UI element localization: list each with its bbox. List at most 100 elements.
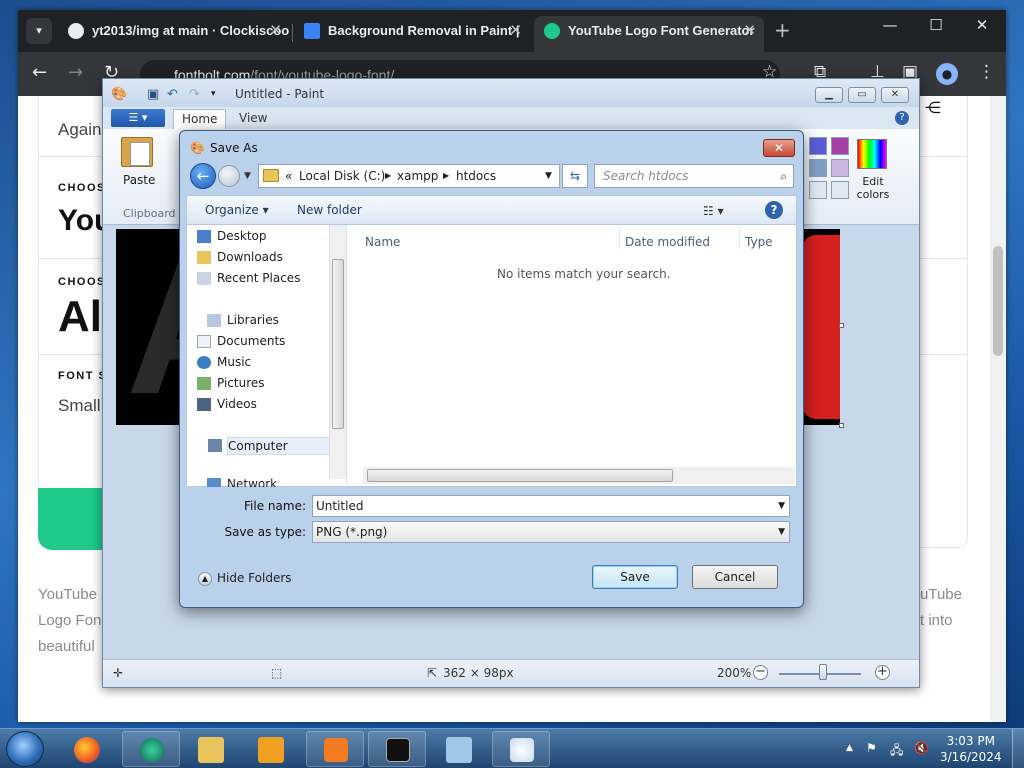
color-swatch[interactable]	[831, 159, 849, 177]
tab-home[interactable]: Home	[173, 109, 227, 129]
scrollbar-thumb[interactable]	[332, 259, 344, 429]
tab-youtube-logo-font[interactable]: YouTube Logo Font Generator ✕	[534, 16, 764, 52]
resize-handle[interactable]	[839, 423, 844, 428]
breadcrumb-chevron-icon[interactable]: ▶	[385, 165, 391, 187]
breadcrumb-htdocs[interactable]: htdocs	[456, 165, 496, 187]
tray-expand-icon[interactable]: ▲	[846, 743, 853, 753]
nav-item-desktop[interactable]: Desktop	[197, 229, 267, 243]
taskbar-paint[interactable]	[492, 731, 550, 767]
paste-label[interactable]: Paste	[123, 173, 155, 187]
font-size-value[interactable]: Small	[58, 396, 101, 416]
tab-view[interactable]: View	[239, 111, 267, 125]
tab-close-icon[interactable]: ✕	[743, 16, 756, 46]
color-swatch[interactable]	[831, 137, 849, 155]
nav-item-documents[interactable]: Documents	[197, 334, 285, 348]
nav-item-libraries[interactable]: Libraries	[207, 313, 279, 327]
taskbar-chrome[interactable]	[122, 731, 180, 767]
system-clock[interactable]: 3:03 PM 3/16/2024	[940, 733, 1002, 765]
save-icon[interactable]: ▣	[147, 87, 159, 102]
paint-close-button[interactable]: ✕	[881, 87, 909, 103]
color-swatch[interactable]	[809, 159, 827, 177]
zoom-out-button[interactable]: −	[753, 665, 768, 680]
close-button[interactable]: ✕	[962, 16, 1002, 34]
address-breadcrumb[interactable]: « Local Disk (C:) ▶ xampp ▶ htdocs ▼	[258, 164, 560, 188]
action-center-flag-icon[interactable]: ⚑	[866, 741, 877, 755]
color-swatch[interactable]	[831, 181, 849, 199]
minimize-button[interactable]: —	[870, 16, 910, 34]
paint-help-icon[interactable]: ?	[895, 111, 909, 125]
start-button[interactable]	[6, 731, 44, 767]
explorer-icon[interactable]	[198, 737, 224, 763]
save-as-type-select[interactable]: PNG (*.png) ▼	[312, 521, 790, 543]
file-name-input[interactable]: Untitled ▼	[312, 495, 790, 517]
cancel-button[interactable]: Cancel	[692, 565, 778, 589]
file-name-dropdown-icon[interactable]: ▼	[778, 496, 785, 516]
breadcrumb-xampp[interactable]: xampp	[397, 165, 438, 187]
page-scrollbar[interactable]	[990, 96, 1006, 722]
network-icon[interactable]: 🖧	[890, 741, 903, 762]
save-button[interactable]: Save	[592, 565, 678, 589]
history-dropdown-icon[interactable]: ▼	[244, 171, 251, 181]
nav-item-videos[interactable]: Videos	[197, 397, 257, 411]
search-input[interactable]: Search htdocs ⌕	[594, 164, 794, 188]
undo-icon[interactable]: ↶	[167, 87, 178, 102]
organize-button[interactable]: Organize ▾	[205, 203, 269, 217]
zoom-in-button[interactable]: +	[875, 665, 890, 680]
address-dropdown-icon[interactable]: ▼	[545, 165, 552, 187]
help-icon[interactable]: ?	[765, 201, 783, 219]
paste-icon[interactable]	[121, 137, 153, 167]
edit-colors-icon[interactable]	[857, 139, 887, 169]
horizontal-scrollbar[interactable]	[363, 467, 795, 484]
new-tab-button[interactable]: +	[774, 18, 791, 42]
paint-minimize-button[interactable]: ▁	[815, 87, 843, 103]
scrollbar-thumb[interactable]	[993, 246, 1003, 356]
hide-folders-button[interactable]: ▲ Hide Folders	[198, 571, 292, 586]
forward-arrow-icon[interactable]: →	[68, 62, 83, 83]
view-options-icon[interactable]: ☷ ▾	[703, 204, 724, 218]
share-icon[interactable]: ⋲	[922, 98, 944, 120]
edit-colors-label[interactable]: Edit colors	[855, 175, 891, 201]
nav-item-recent-places[interactable]: Recent Places	[197, 271, 300, 285]
tab-github[interactable]: yt2013/img at main · Clockiscoo ✕	[58, 16, 290, 52]
zoom-slider-thumb[interactable]	[819, 664, 827, 680]
tab-close-icon[interactable]: ✕	[509, 16, 522, 46]
column-header-name[interactable]: Name	[365, 235, 400, 249]
breadcrumb-overflow[interactable]: «	[285, 165, 292, 187]
nav-item-music[interactable]: Music	[197, 355, 251, 369]
nav-item-downloads[interactable]: Downloads	[197, 250, 283, 264]
nav-item-network[interactable]: Network	[207, 477, 277, 487]
refresh-icon[interactable]: ⇆	[562, 164, 588, 188]
volume-muted-icon[interactable]: 🔇	[914, 741, 929, 755]
show-desktop-button[interactable]	[1012, 729, 1024, 768]
dialog-close-button[interactable]: ✕	[763, 139, 795, 157]
paint-file-menu-button[interactable]: ☰ ▾	[111, 109, 165, 127]
back-arrow-icon[interactable]: ←	[32, 62, 47, 83]
style-choice-value[interactable]: Al	[58, 292, 102, 342]
nav-scrollbar[interactable]	[329, 225, 346, 479]
scrollbar-thumb[interactable]	[367, 469, 673, 482]
customize-qat-icon[interactable]: ▾	[211, 89, 216, 99]
column-header-date-modified[interactable]: Date modified	[625, 235, 710, 249]
notepad-icon[interactable]	[446, 737, 472, 763]
color-swatch[interactable]	[809, 137, 827, 155]
forward-arrow-icon[interactable]	[218, 165, 240, 187]
media-player-icon[interactable]	[258, 737, 284, 763]
maximize-button[interactable]: ☐	[916, 16, 956, 34]
breadcrumb-root[interactable]: Local Disk (C:)	[299, 165, 385, 187]
menu-kebab-icon[interactable]: ⋮	[978, 62, 995, 82]
nav-item-pictures[interactable]: Pictures	[197, 376, 265, 390]
tab-close-icon[interactable]: ✕	[269, 16, 282, 46]
taskbar-xampp[interactable]	[306, 731, 364, 767]
breadcrumb-chevron-icon[interactable]: ▶	[443, 165, 449, 187]
firefox-icon[interactable]	[74, 737, 100, 763]
resize-handle[interactable]	[839, 323, 844, 328]
paint-maximize-button[interactable]: ▭	[848, 87, 876, 103]
color-swatch[interactable]	[809, 181, 827, 199]
tab-background-removal[interactable]: Background Removal in Paint | ✕	[294, 16, 530, 52]
taskbar-cmd[interactable]	[368, 731, 426, 767]
column-header-type[interactable]: Type	[745, 235, 773, 249]
redo-icon[interactable]: ↷	[189, 87, 200, 102]
save-type-dropdown-icon[interactable]: ▼	[778, 522, 785, 542]
new-folder-button[interactable]: New folder	[297, 203, 362, 217]
back-arrow-icon[interactable]: ←	[190, 163, 216, 189]
